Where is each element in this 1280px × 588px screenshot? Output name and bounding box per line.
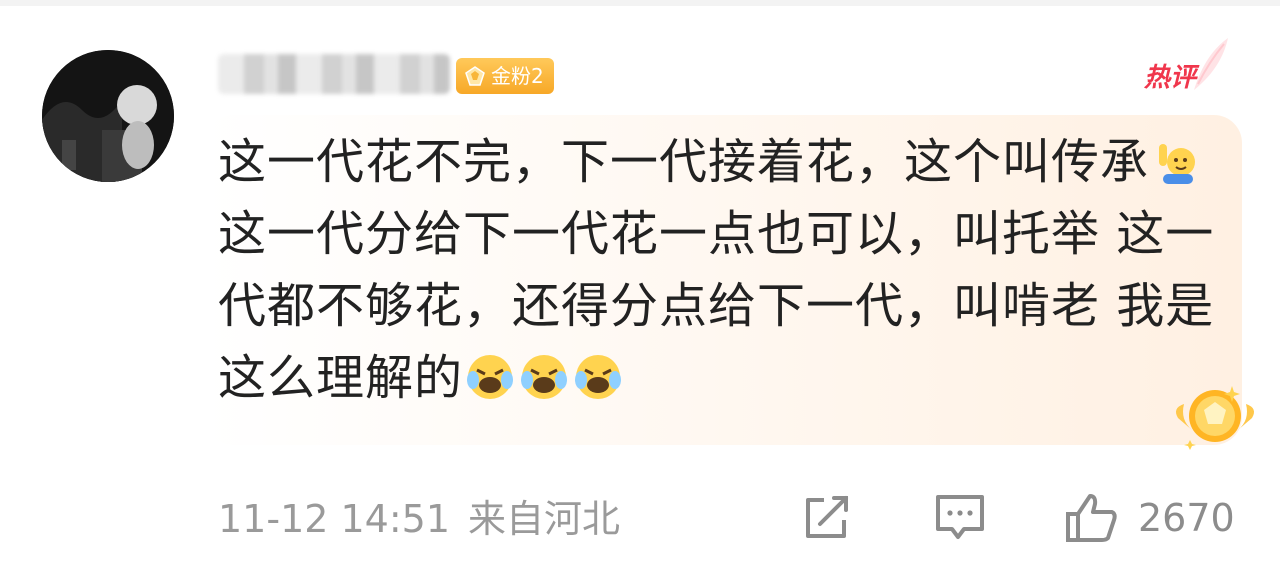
comment-time: 11-12 14:51 bbox=[218, 497, 451, 541]
comment-segment: 这一代分给下一代花一点也可以，叫托举 这一代都不够花，还得分点给下一代，叫啃老 … bbox=[218, 206, 1215, 406]
gold-fan-medal-icon bbox=[1176, 386, 1254, 450]
laugh-cry-emoji bbox=[575, 355, 622, 399]
fan-badge-label: 金粉2 bbox=[491, 64, 544, 88]
like-button[interactable]: 2670 bbox=[1064, 490, 1235, 546]
avatar-photo bbox=[42, 50, 174, 182]
hot-comment-label: 热评 bbox=[1144, 63, 1197, 93]
raise-hand-emoji bbox=[1159, 144, 1196, 184]
comment-text: 这一代花不完，下一代接着花，这个叫传承 这一代分给下一代花一点也可以，叫托举 这… bbox=[218, 126, 1218, 414]
share-icon bbox=[806, 496, 848, 538]
top-divider bbox=[0, 0, 1280, 6]
like-count: 2670 bbox=[1138, 496, 1235, 540]
comment-icon bbox=[936, 495, 984, 539]
laugh-cry-emoji bbox=[521, 355, 568, 399]
share-button[interactable] bbox=[802, 490, 854, 546]
thumbs-up-icon bbox=[1066, 494, 1117, 542]
username[interactable] bbox=[218, 54, 450, 94]
comment-location: 来自河北 bbox=[468, 497, 621, 541]
laugh-cry-emoji bbox=[467, 355, 514, 399]
comment-segment: 这一代花不完，下一代接着花，这个叫传承 bbox=[218, 134, 1150, 190]
hot-comment-tag: 热评 bbox=[1144, 38, 1228, 100]
avatar[interactable] bbox=[42, 50, 174, 182]
comment-button[interactable] bbox=[934, 490, 986, 546]
fan-badge[interactable]: 金粉2 bbox=[456, 58, 554, 94]
gem-icon bbox=[465, 66, 485, 86]
comment-meta: 11-12 14:51 来自河北 bbox=[218, 495, 620, 543]
